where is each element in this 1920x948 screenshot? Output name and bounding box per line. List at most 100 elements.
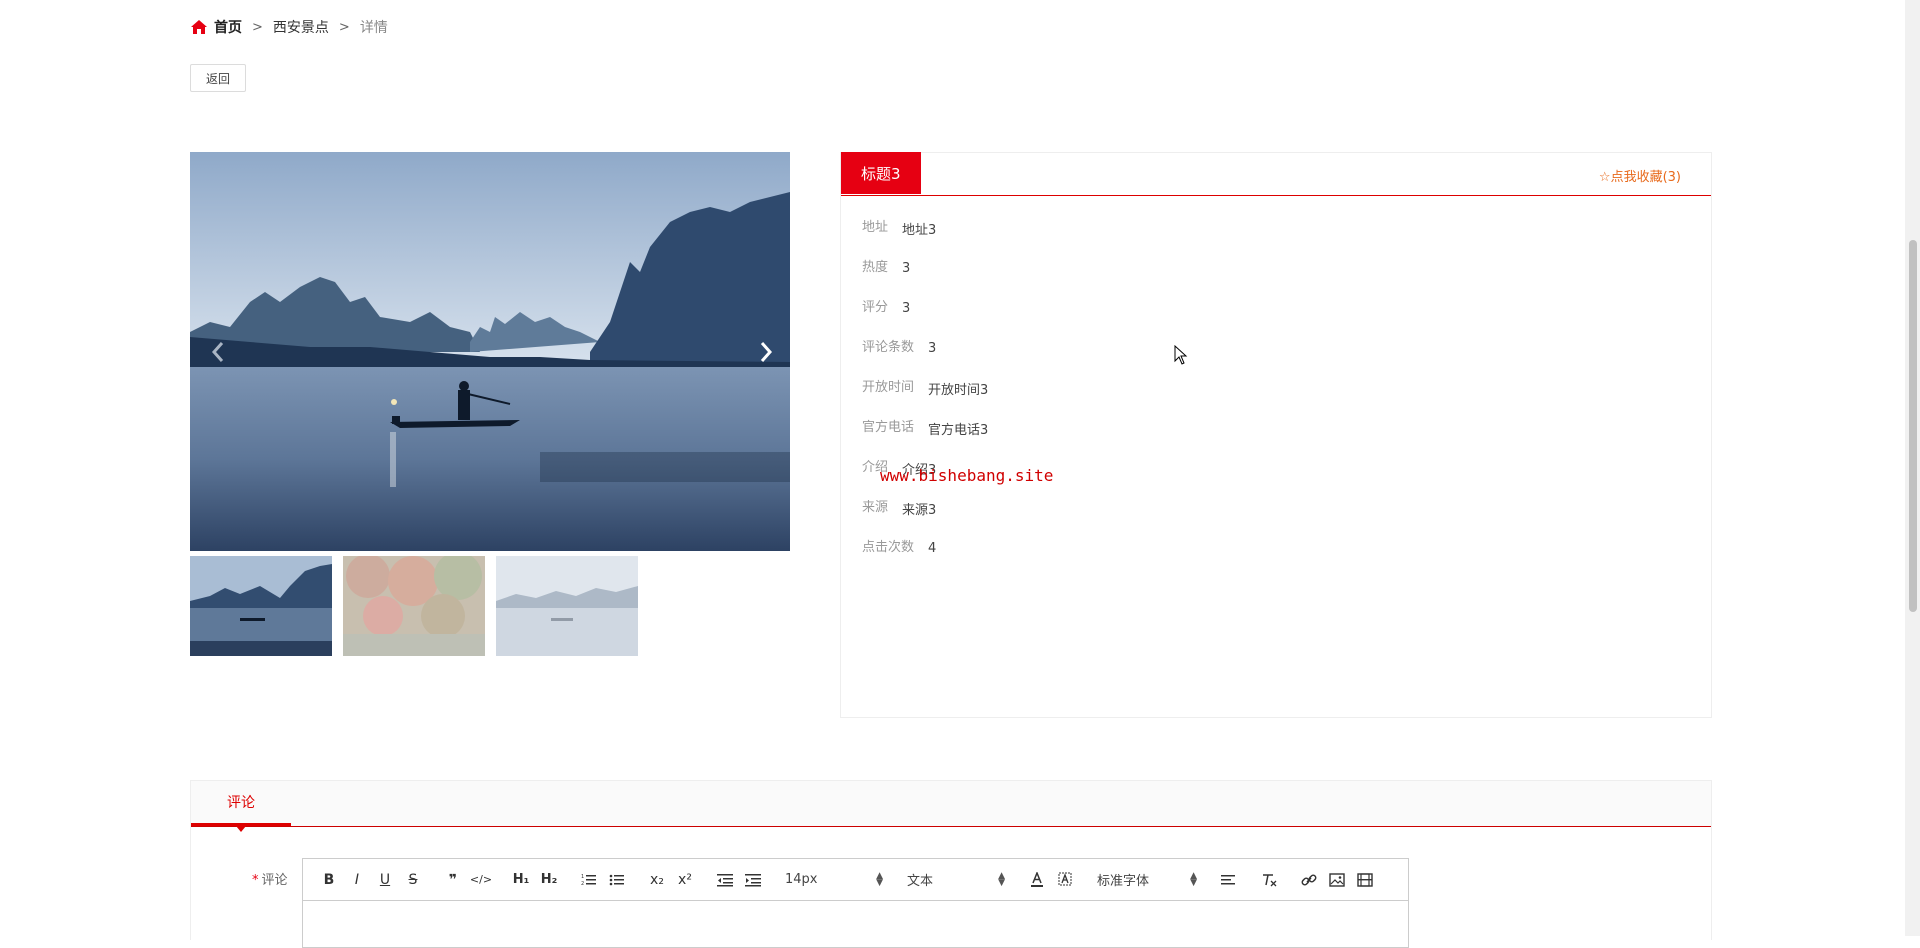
link-icon [1301,874,1317,885]
font-size-select[interactable]: 14px ▲ ▼ [779,866,889,894]
align-left-icon [1221,874,1235,884]
svg-text:2: 2 [581,881,584,887]
ordered-list-icon: 12 [581,874,596,887]
detail-field-click-count: 点击次数 4 [841,528,1711,568]
field-value: 官方电话3 [928,422,989,438]
chevron-right-icon [760,342,773,362]
align-button[interactable] [1215,866,1243,894]
italic-button[interactable]: I [343,866,371,894]
thumbnail-3[interactable] [496,556,638,656]
indent-icon [745,873,761,886]
bullet-list-icon [609,874,624,885]
home-icon [191,20,207,34]
breadcrumb: 首页 > 西安景点 > 详情 [190,16,388,38]
field-label: 评论条数 [862,339,915,355]
clear-format-icon [1263,873,1277,886]
breadcrumb-separator: > [338,19,350,35]
chevron-left-icon [211,342,224,362]
comment-tabbar: 评论 [191,781,1711,832]
strikethrough-button[interactable]: S [399,866,427,894]
font-size-value: 14px [785,872,818,887]
detail-field-phone: 官方电话 官方电话3 [841,408,1711,448]
code-block-button[interactable]: </> [467,866,495,894]
detail-field-address: 地址 地址3 [841,208,1711,248]
select-arrows-icon: ▲ ▼ [1190,870,1197,888]
background-color-icon [1058,872,1072,885]
bold-button[interactable]: B [315,866,343,894]
underline-button[interactable]: U [371,866,399,894]
field-value: 地址3 [902,222,937,238]
comment-section: 评论 * 评论 B I U S ❞ </> H₁ H₂ 12 x₂ x² 14p… [190,780,1712,948]
font-family-select[interactable]: 标准字体 ▲ ▼ [1091,866,1203,894]
field-value: 开放时间3 [928,382,989,398]
select-arrows-icon: ▲ ▼ [876,870,883,888]
outdent-button[interactable] [711,866,739,894]
carousel-prev-button[interactable] [198,330,238,374]
tab-comments[interactable]: 评论 [191,781,291,832]
tab-pointer [236,826,246,832]
image-button[interactable] [1323,866,1351,894]
scrollbar-thumb[interactable] [1909,240,1917,612]
select-arrows-icon: ▲ ▼ [998,870,1005,888]
ordered-list-button[interactable]: 12 [575,866,603,894]
detail-field-popularity: 热度 3 [841,248,1711,288]
field-value: 来源3 [902,502,937,518]
required-mark: * [252,873,259,888]
field-label: 评分 [862,299,889,315]
field-label: 地址 [862,219,889,235]
clear-format-button[interactable] [1255,866,1283,894]
field-label: 点击次数 [862,539,915,555]
field-value: 4 [928,540,937,556]
breadcrumb-separator: > [252,19,263,35]
field-value: 3 [928,340,937,356]
watermark: www.bishebang.site [880,466,1054,485]
rich-text-editor: B I U S ❞ </> H₁ H₂ 12 x₂ x² 14px ▲ ▼ 文本… [302,858,1409,948]
heading1-button[interactable]: H₁ [507,866,535,894]
link-button[interactable] [1295,866,1323,894]
comment-label-text: 评论 [261,873,288,888]
image-icon [1329,872,1345,887]
detail-field-open-time: 开放时间 开放时间3 [841,368,1711,408]
font-family-value: 标准字体 [1097,874,1150,889]
page-scrollbar[interactable] [1905,0,1920,936]
detail-field-source: 来源 来源3 [841,488,1711,528]
background-color-button[interactable] [1051,866,1079,894]
detail-field-list: 地址 地址3 热度 3 评分 3 评论条数 3 开放时间 开放时间3 官方电话 … [841,196,1711,568]
video-icon [1357,872,1373,887]
text-style-select[interactable]: 文本 ▲ ▼ [901,866,1011,894]
comment-field-label: * 评论 [252,869,288,888]
editor-toolbar: B I U S ❞ </> H₁ H₂ 12 x₂ x² 14px ▲ ▼ 文本… [303,859,1408,901]
superscript-button[interactable]: x² [671,866,699,894]
font-color-button[interactable] [1023,866,1051,894]
field-label: 热度 [862,259,889,275]
thumbnail-2[interactable] [343,556,485,656]
detail-panel: 标题3 ☆点我收藏(3) 地址 地址3 热度 3 评分 3 评论条数 3 开放时… [840,152,1712,718]
detail-field-rating: 评分 3 [841,288,1711,328]
field-label: 来源 [862,499,889,515]
field-label: 开放时间 [862,379,915,395]
main-image [190,152,790,551]
heading2-button[interactable]: H₂ [535,866,563,894]
mouse-cursor-icon [1174,345,1188,365]
field-value: 3 [902,300,911,316]
field-label: 官方电话 [862,419,915,435]
video-button[interactable] [1351,866,1379,894]
field-value: 3 [902,260,911,276]
carousel-next-button[interactable] [746,330,786,374]
indent-button[interactable] [739,866,767,894]
subscript-button[interactable]: x₂ [643,866,671,894]
thumbnail-1[interactable] [190,556,332,656]
image-carousel [190,152,790,551]
detail-field-comment-count: 评论条数 3 [841,328,1711,368]
font-color-icon [1031,871,1043,887]
detail-title-tab[interactable]: 标题3 [841,152,921,194]
bullet-list-button[interactable] [603,866,631,894]
breadcrumb-home[interactable]: 首页 [214,17,242,37]
blockquote-button[interactable]: ❞ [439,866,467,894]
tab-comments-label: 评论 [227,795,255,811]
back-button[interactable]: 返回 [190,64,246,92]
thumbnail-list [190,556,649,656]
outdent-icon [717,873,733,886]
favorite-link[interactable]: ☆点我收藏(3) [1599,166,1681,185]
breadcrumb-category[interactable]: 西安景点 [273,17,329,37]
